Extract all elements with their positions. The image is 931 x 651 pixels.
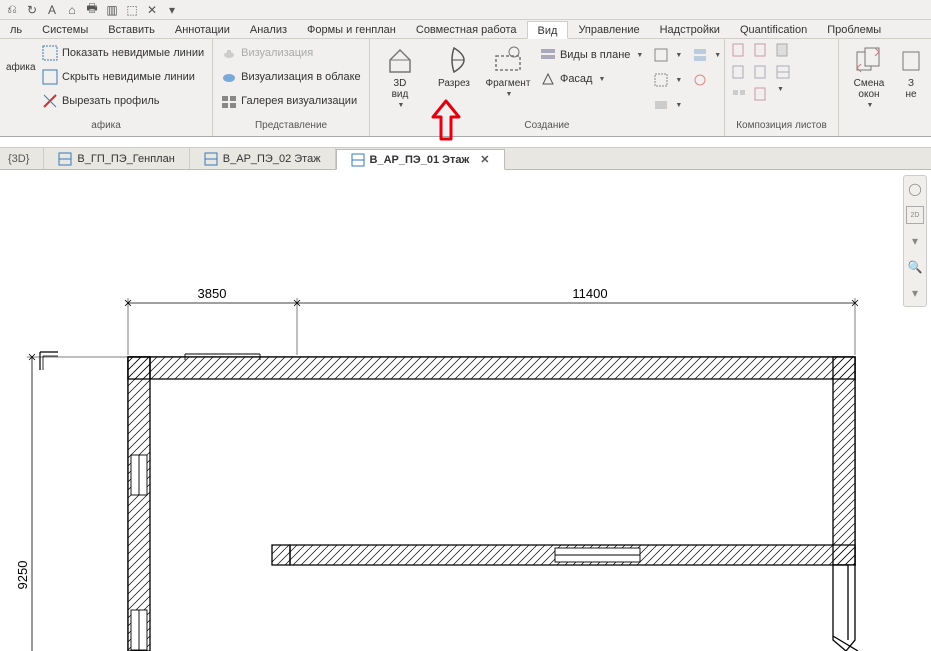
tab-arch[interactable]: ль (0, 20, 32, 38)
render-gallery-button[interactable]: Галерея визуализации (219, 90, 363, 112)
dropdown-caret-icon: ▼ (636, 52, 643, 59)
ribbon-panel: афика Показать невидимые линии Скрыть не… (0, 39, 931, 137)
tab-systems[interactable]: Системы (32, 20, 98, 38)
group-title-windows (839, 119, 931, 136)
group-title-presentation: Представление (213, 119, 369, 136)
qat-icon[interactable]: ⌂ (64, 2, 80, 18)
dim-text: 11400 (572, 286, 607, 301)
tab-view[interactable]: Вид (527, 21, 569, 39)
sheet-icon[interactable] (753, 42, 769, 61)
sheet-icon[interactable] (753, 86, 769, 105)
group-title-sheets: Композиция листов (725, 119, 838, 136)
tab-collab[interactable]: Совместная работа (406, 20, 527, 38)
tab-analyze[interactable]: Анализ (240, 20, 297, 38)
doc-tab-3d[interactable]: {3D} (0, 148, 44, 169)
elevation-icon (540, 71, 556, 87)
small-icon (692, 72, 708, 88)
close-hint-button[interactable]: З не (897, 42, 925, 102)
qat-icon[interactable]: ⬚ (124, 2, 140, 18)
small-icon (692, 47, 708, 63)
dropdown-caret-icon: ▼ (505, 91, 512, 98)
floorplan-icon (351, 153, 365, 167)
house-3d-icon (384, 44, 416, 76)
qat-icon[interactable]: ▥ (104, 2, 120, 18)
create-misc-2[interactable]: ▼ (651, 69, 684, 91)
tab-insert[interactable]: Вставить (98, 20, 165, 38)
red-arrow-annotation (431, 99, 461, 143)
floorplan-icon (58, 152, 72, 166)
cloud-icon (221, 69, 237, 85)
close-windows-icon (901, 44, 921, 76)
graphics-label-partial: афика (6, 62, 36, 73)
elevation-button[interactable]: Фасад ▼ (538, 68, 645, 90)
dim-text: 3850 (198, 286, 227, 301)
small-icon (653, 47, 669, 63)
section-icon (438, 44, 470, 76)
callout-icon (492, 44, 524, 76)
dim-text: 9250 (15, 561, 30, 590)
dropdown-caret-icon: ▼ (397, 102, 404, 109)
dropdown-caret-icon: ▼ (867, 102, 874, 109)
switch-windows-icon (853, 44, 885, 76)
show-lines-icon (42, 45, 58, 61)
switch-windows-button[interactable]: Смена окон ▼ (845, 42, 893, 111)
qat-icon[interactable]: ⎌ (4, 2, 20, 18)
ribbon-tabs: ль Системы Вставить Аннотации Анализ Фор… (0, 20, 931, 39)
tab-manage[interactable]: Управление (568, 20, 649, 38)
tab-issues[interactable]: Проблемы (817, 20, 891, 38)
document-tabs: {3D} В_ГП_ПЭ_Генплан В_АР_ПЭ_02 Этаж В_А… (0, 147, 931, 170)
qat-icon[interactable]: 🖶 (84, 2, 100, 18)
show-hidden-lines-button[interactable]: Показать невидимые линии (40, 42, 206, 64)
drawing-canvas[interactable]: ◯ 2D ▾ 🔍 ▾ 3850 11400 (0, 170, 931, 651)
hide-hidden-lines-button[interactable]: Скрыть невидимые линии (40, 66, 206, 88)
sheet-icon[interactable] (775, 42, 791, 61)
tab-annotations[interactable]: Аннотации (165, 20, 240, 38)
render-cloud-button[interactable]: Визуализация в облаке (219, 66, 363, 88)
sheet-icon[interactable] (731, 86, 747, 105)
tab-quantification[interactable]: Quantification (730, 20, 817, 38)
floor-plan-drawing: 3850 11400 9250 (0, 170, 931, 651)
doc-tab-floor02[interactable]: В_АР_ПЭ_02 Этаж (190, 148, 336, 169)
callout-button[interactable]: Фрагмент ▼ (484, 42, 532, 100)
gallery-icon (221, 93, 237, 109)
close-tab-icon[interactable]: ✕ (480, 153, 489, 166)
create-misc-3[interactable]: ▼ (651, 94, 684, 116)
plan-views-button[interactable]: Виды в плане ▼ (538, 44, 645, 66)
hide-lines-icon (42, 69, 58, 85)
sheet-icon[interactable] (731, 64, 747, 83)
view-3d-button[interactable]: 3D вид ▼ (376, 42, 424, 111)
dropdown-caret-icon: ▼ (598, 76, 605, 83)
create-misc-4[interactable]: ▼ (690, 44, 723, 66)
doc-tab-floor01[interactable]: В_АР_ПЭ_01 Этаж ✕ (336, 149, 505, 170)
section-button[interactable]: Разрез (430, 42, 478, 91)
qat-icon[interactable]: ↻ (24, 2, 40, 18)
create-misc-5[interactable] (690, 69, 723, 91)
floorplan-icon (204, 152, 218, 166)
plan-views-icon (540, 47, 556, 63)
sheet-icon[interactable] (731, 42, 747, 61)
small-icon (653, 97, 669, 113)
sheet-icon[interactable] (753, 64, 769, 83)
qat-icon[interactable]: A (44, 2, 60, 18)
qat-icon[interactable]: ▾ (164, 2, 180, 18)
group-title-graphics: афика (0, 119, 212, 136)
cut-profile-icon (42, 93, 58, 109)
create-misc-1[interactable]: ▼ (651, 44, 684, 66)
render-button: Визуализация (219, 42, 363, 64)
quick-access-toolbar: ⎌ ↻ A ⌂ 🖶 ▥ ⬚ ✕ ▾ (0, 0, 931, 20)
sheet-icon[interactable] (775, 64, 791, 83)
tab-addins[interactable]: Надстройки (650, 20, 730, 38)
cut-profile-button[interactable]: Вырезать профиль (40, 90, 206, 112)
group-title-create: Создание (370, 119, 724, 136)
doc-tab-genplan[interactable]: В_ГП_ПЭ_Генплан (44, 148, 189, 169)
qat-icon[interactable]: ✕ (144, 2, 160, 18)
tab-massing[interactable]: Формы и генплан (297, 20, 406, 38)
small-icon (653, 72, 669, 88)
teapot-icon (221, 45, 237, 61)
